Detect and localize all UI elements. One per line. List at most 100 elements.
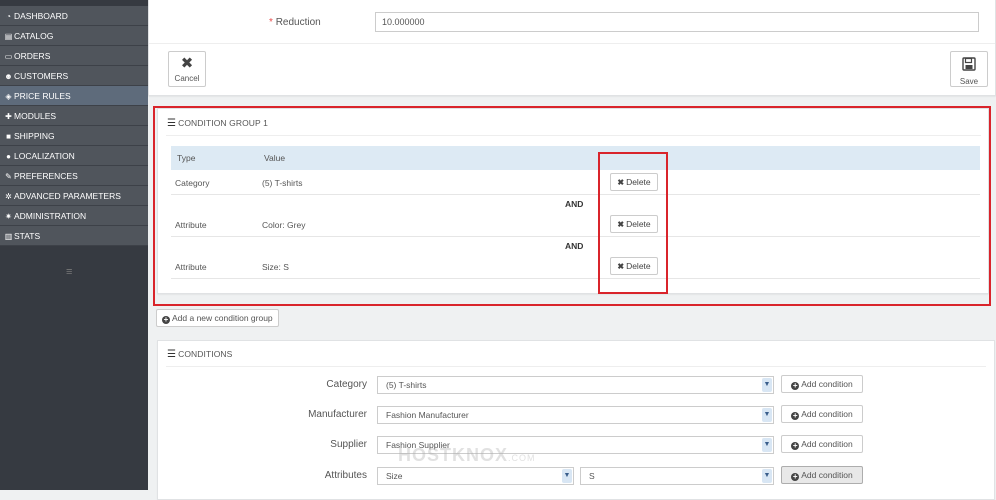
row-type: Attribute (175, 262, 207, 272)
sidebar-item-dashboard[interactable]: ◔ DASHBOARD (0, 6, 148, 26)
required-star: * (269, 17, 273, 28)
and-separator: AND (565, 241, 584, 251)
sidebar-item-label: ADMINISTRATION (14, 211, 87, 221)
add-group-label: Add a new condition group (172, 313, 273, 323)
sidebar-item-administration[interactable]: ✷ ADMINISTRATION (0, 206, 148, 226)
delete-button-label: Delete (626, 177, 651, 187)
sidebar-item-shipping[interactable]: ■ SHIPPING (0, 126, 148, 146)
sidebar-item-orders[interactable]: ▭ ORDERS (0, 46, 148, 66)
manufacturer-select[interactable]: Fashion Manufacturer ▼ (377, 406, 774, 424)
sidebar-item-label: LOCALIZATION (14, 151, 75, 161)
puzzle-icon: ✚ (5, 112, 12, 121)
users-icon: ☻ (4, 72, 13, 81)
add-condition-group-button[interactable]: + Add a new condition group (156, 309, 279, 327)
collapse-menu-icon[interactable]: ≡ (66, 266, 72, 278)
row-value: Size: S (262, 262, 289, 272)
floppy-disk-icon (951, 54, 987, 77)
manufacturer-label: Manufacturer (308, 409, 367, 420)
and-separator: AND (565, 199, 584, 209)
add-manufacturer-condition-button[interactable]: + Add condition (781, 405, 863, 423)
sidebar-item-label: ORDERS (14, 51, 51, 61)
condition-table-header: Type Value (171, 146, 980, 170)
credit-card-icon: ▭ (4, 52, 13, 61)
attribute-group-select[interactable]: Size ▼ (377, 467, 574, 485)
chevron-down-icon: ▼ (762, 438, 772, 452)
plus-circle-icon: + (162, 315, 170, 324)
add-condition-label: Add condition (801, 470, 853, 480)
sidebar-item-localization[interactable]: ● LOCALIZATION (0, 146, 148, 166)
add-supplier-condition-button[interactable]: + Add condition (781, 435, 863, 453)
sidebar-item-label: MODULES (14, 111, 57, 121)
plus-circle-icon: + (791, 411, 800, 420)
panel-footer-divider (149, 43, 995, 44)
plus-circle-icon: + (791, 441, 800, 450)
reduction-label: * Reduction (269, 17, 321, 28)
delete-button-label: Delete (626, 219, 651, 229)
sidebar-item-stats[interactable]: ▥ STATS (0, 226, 148, 246)
close-icon: ✖ (617, 178, 625, 187)
delete-condition-button[interactable]: ✖ Delete (610, 215, 658, 233)
sidebar-item-label: STATS (14, 231, 41, 241)
watermark-brand: HOSTKNOX (398, 445, 509, 465)
globe-icon: ● (6, 152, 11, 161)
row-value: (5) T-shirts (262, 178, 303, 188)
wrench-icon: ✎ (5, 172, 12, 181)
conditions-heading: ☰ CONDITIONS (167, 349, 232, 360)
reduction-panel: * Reduction ✖ Cancel Save (148, 0, 996, 96)
category-select-value: (5) T-shirts (386, 380, 427, 390)
truck-icon: ■ (6, 132, 11, 141)
sidebar-item-label: CUSTOMERS (14, 71, 69, 81)
close-icon: ✖ (180, 55, 194, 72)
plus-circle-icon: + (791, 381, 800, 390)
book-icon: ▤ (4, 32, 13, 41)
cancel-button-label: Cancel (174, 74, 200, 83)
delete-condition-button[interactable]: ✖ Delete (610, 257, 658, 275)
row-value: Color: Grey (262, 220, 306, 230)
save-button[interactable]: Save (950, 51, 988, 87)
reduction-input[interactable] (375, 12, 979, 32)
cogs-icon: ✲ (5, 192, 12, 201)
attribute-value-select[interactable]: S ▼ (580, 467, 774, 485)
close-icon: ✖ (617, 220, 625, 229)
table-row: Attribute Size: S (171, 254, 980, 279)
hostknox-watermark: HOSTKNOX.COM (398, 445, 536, 466)
chevron-down-icon: ▼ (762, 378, 772, 392)
bar-chart-icon: ▥ (4, 232, 13, 241)
cancel-button[interactable]: ✖ Cancel (168, 51, 206, 87)
watermark-suffix: .COM (508, 453, 536, 463)
sidebar-item-modules[interactable]: ✚ MODULES (0, 106, 148, 126)
heading-divider (166, 366, 986, 367)
sidebar-item-advanced-parameters[interactable]: ✲ ADVANCED PARAMETERS (0, 186, 148, 206)
add-condition-label: Add condition (801, 409, 853, 419)
row-type: Category (175, 178, 210, 188)
reduction-label-text: Reduction (275, 17, 321, 28)
chevron-down-icon: ▼ (562, 469, 572, 483)
close-icon: ✖ (617, 262, 625, 271)
add-attribute-condition-button[interactable]: + Add condition (781, 466, 863, 484)
tags-icon: ◈ (5, 92, 12, 101)
add-category-condition-button[interactable]: + Add condition (781, 375, 863, 393)
chevron-down-icon: ▼ (762, 408, 772, 422)
plus-circle-icon: + (791, 472, 800, 481)
sidebar-item-catalog[interactable]: ▤ CATALOG (0, 26, 148, 46)
sidebar-item-label: ADVANCED PARAMETERS (14, 191, 121, 201)
sidebar-item-customers[interactable]: ☻CUSTOMERS (0, 66, 148, 86)
attributes-label: Attributes (324, 470, 367, 481)
table-row: Attribute Color: Grey (171, 212, 980, 237)
delete-button-label: Delete (626, 261, 651, 271)
sidebar-item-label: DASHBOARD (14, 11, 68, 21)
supplier-label: Supplier (330, 439, 367, 450)
sidebar-item-label: PRICE RULES (14, 91, 71, 101)
delete-condition-button[interactable]: ✖ Delete (610, 173, 658, 191)
sidebar-item-preferences[interactable]: ✎ PREFERENCES (0, 166, 148, 186)
category-select[interactable]: (5) T-shirts ▼ (377, 376, 774, 394)
column-header-value: Value (264, 153, 286, 163)
sidebar-item-label: SHIPPING (14, 131, 55, 141)
column-header-type: Type (177, 153, 196, 163)
condition-group-title: CONDITION GROUP 1 (178, 118, 268, 128)
sidebar-item-price-rules[interactable]: ◈ PRICE RULES (0, 86, 148, 106)
attribute-value: S (589, 471, 595, 481)
sidebar-item-label: PREFERENCES (14, 171, 78, 181)
condition-group-heading: ☰ CONDITION GROUP 1 (167, 118, 268, 129)
sidebar-menu: ◔ DASHBOARD ▤ CATALOG ▭ ORDERS ☻CUSTOMERS ◈… (0, 6, 148, 246)
